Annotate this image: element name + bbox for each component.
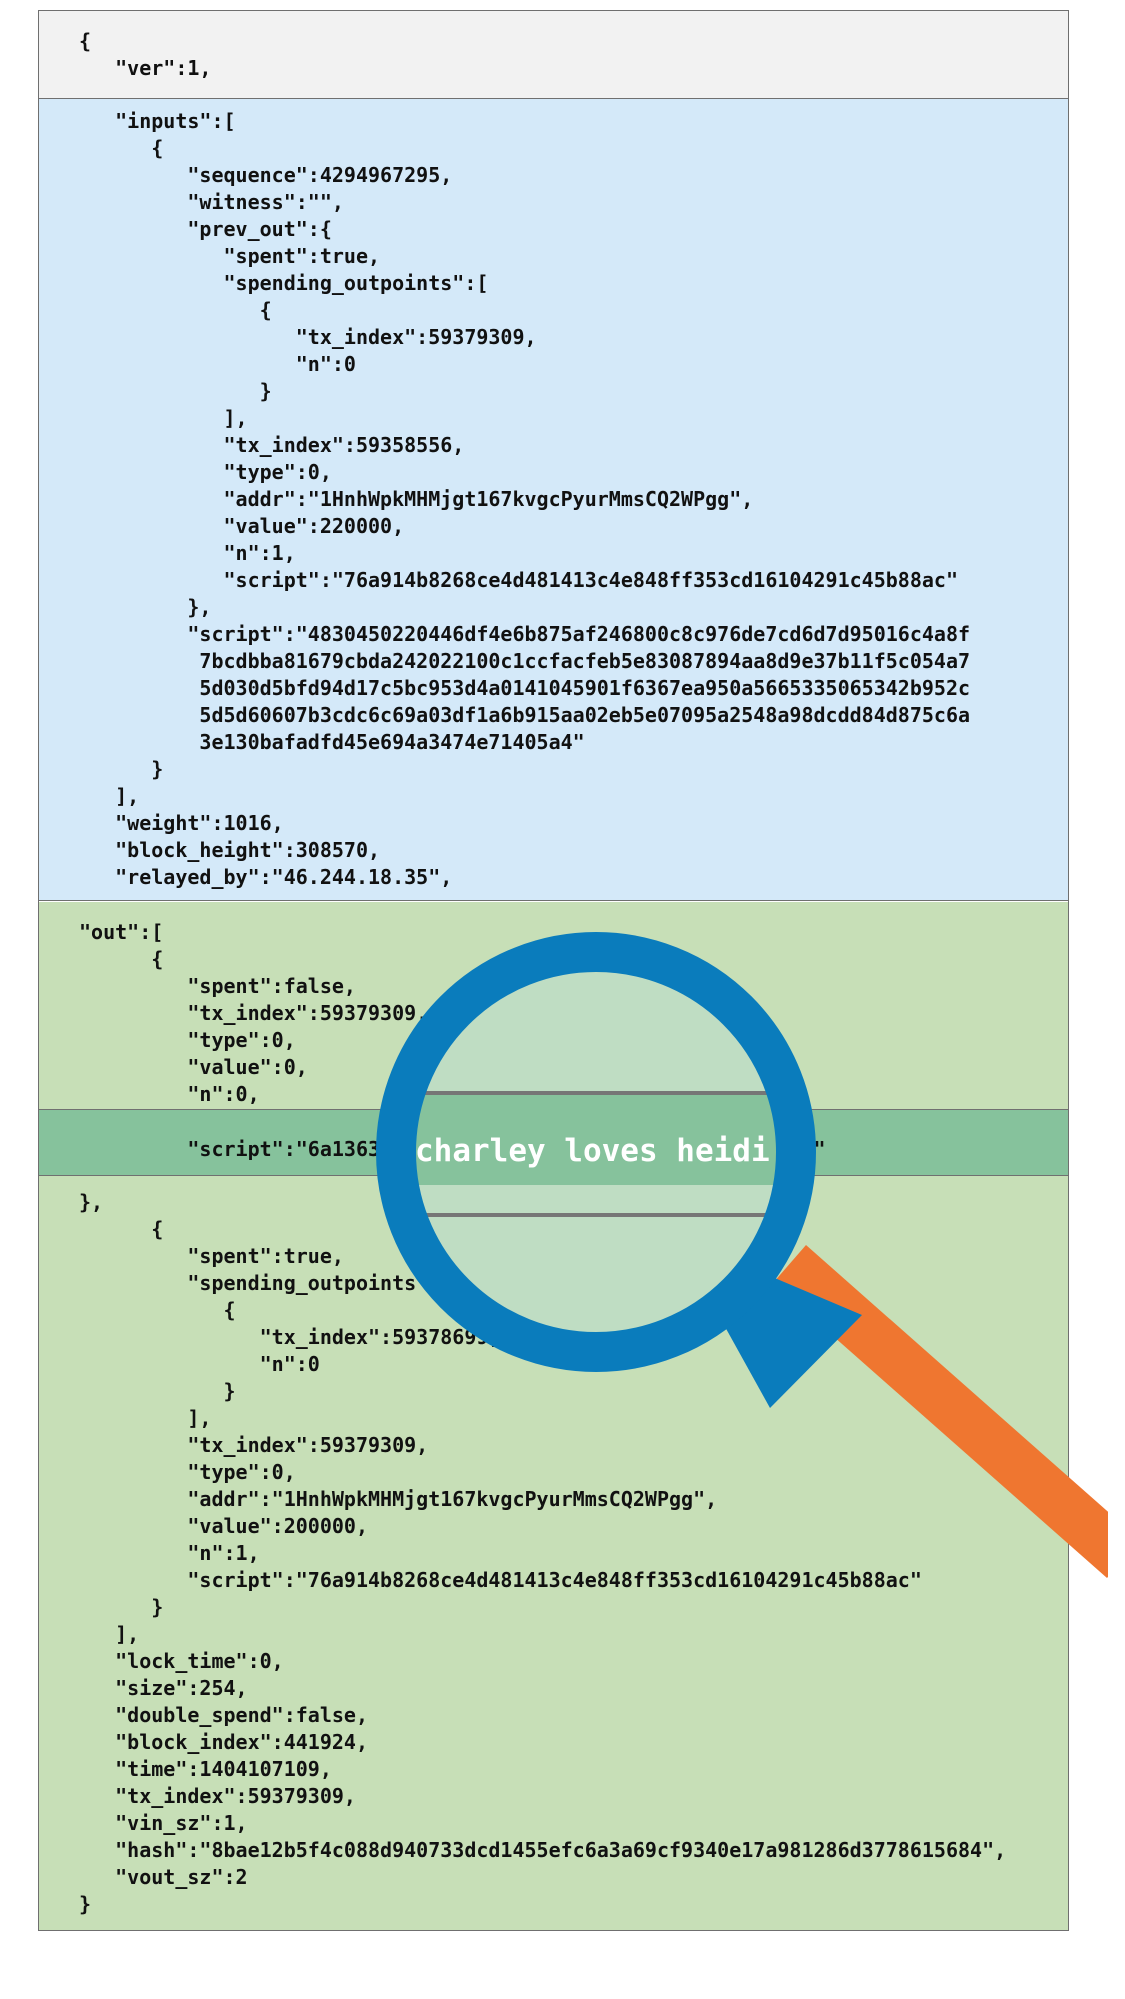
- magnifier-handle: [773, 1245, 1108, 1578]
- lens-text: charley loves heidi: [415, 1133, 770, 1169]
- magnifier-icon: charley loves heidi: [376, 932, 1108, 1578]
